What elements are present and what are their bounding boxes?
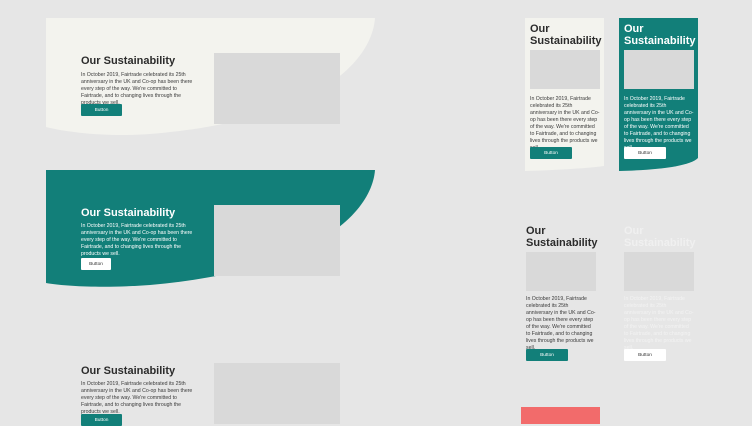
section-body: In October 2019, Fairtrade celebrated it… (530, 96, 600, 151)
section-title: Our Sustainability (81, 207, 176, 219)
primary-button[interactable]: Button (81, 104, 122, 116)
section-title: Our Sustainability (624, 225, 696, 249)
primary-button[interactable]: Button (526, 349, 568, 361)
title-line-2: Sustainability (526, 236, 598, 249)
image-placeholder (214, 205, 340, 276)
image-placeholder (530, 50, 600, 89)
title-line-1: Our (530, 23, 550, 35)
title-line-1: Our (624, 23, 644, 35)
image-placeholder (214, 363, 340, 424)
section-body: In October 2019, Fairtrade celebrated it… (81, 72, 193, 106)
primary-button[interactable]: Button (81, 414, 122, 426)
title-line-1: Our (624, 225, 644, 237)
title-line-2: Sustainability (624, 34, 696, 47)
section-body: In October 2019, Fairtrade celebrated it… (81, 223, 193, 257)
section-title: Our Sustainability (81, 55, 176, 67)
section-title: Our Sustainability (530, 23, 602, 47)
primary-button[interactable]: Button (624, 147, 666, 159)
section-body: In October 2019, Fairtrade celebrated it… (81, 381, 193, 415)
section-title: Our Sustainability (81, 365, 176, 377)
primary-button[interactable]: Button (81, 258, 111, 270)
image-placeholder (526, 252, 596, 291)
image-placeholder (624, 252, 694, 291)
primary-button[interactable]: Button (530, 147, 572, 159)
image-placeholder (624, 50, 694, 89)
title-line-2: Sustainability (624, 236, 696, 249)
section-title: Our Sustainability (624, 23, 696, 47)
image-placeholder (214, 53, 340, 124)
coral-accent-block (521, 407, 600, 424)
title-line-1: Our (526, 225, 546, 237)
section-body: In October 2019, Fairtrade celebrated it… (624, 296, 694, 351)
section-title: Our Sustainability (526, 225, 598, 249)
section-body: In October 2019, Fairtrade celebrated it… (526, 296, 596, 351)
primary-button[interactable]: Button (624, 349, 666, 361)
section-body: In October 2019, Fairtrade celebrated it… (624, 96, 694, 151)
title-line-2: Sustainability (530, 34, 602, 47)
